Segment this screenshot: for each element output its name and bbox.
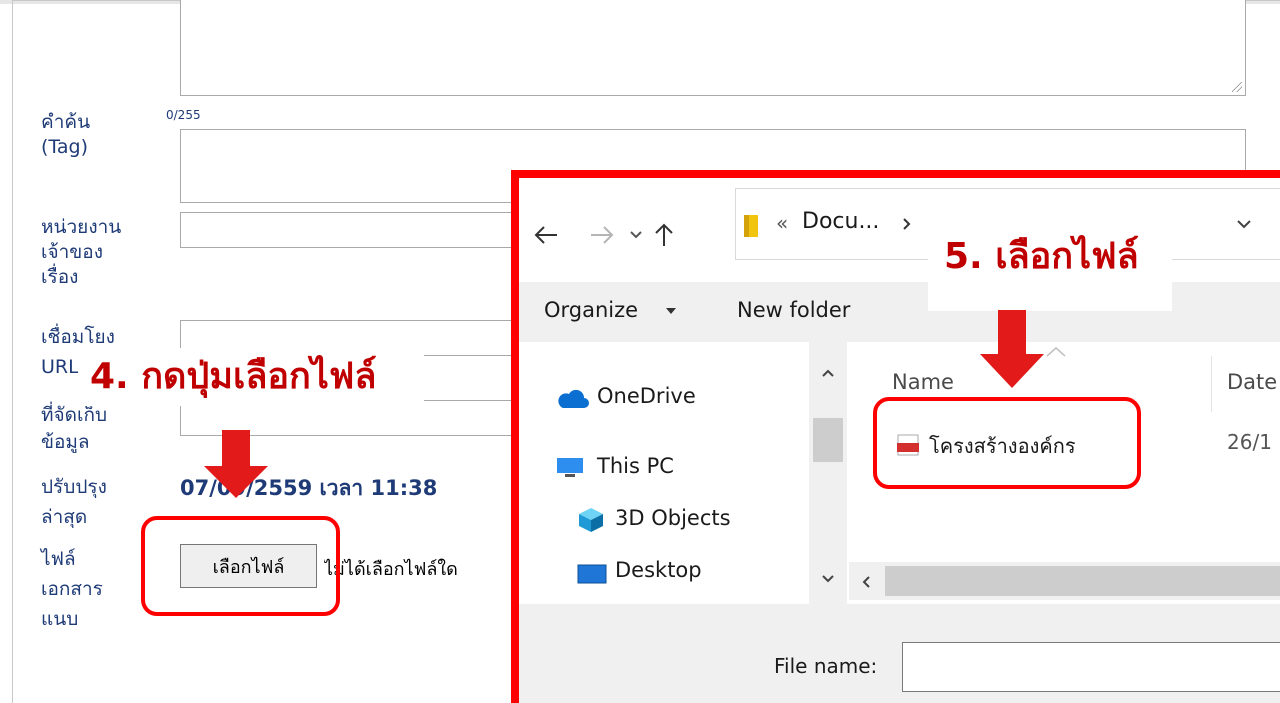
label-owner-2: เจ้าของ — [41, 241, 103, 263]
breadcrumb-prefix: « — [776, 211, 789, 235]
step4-callout: 4. กดปุ่มเลือกไฟล์ — [78, 348, 424, 406]
label-attach-2: เอกสาร — [41, 578, 103, 600]
up-arrow-icon[interactable] — [653, 222, 675, 248]
desktop-icon — [577, 564, 607, 584]
this-pc-icon — [557, 458, 583, 477]
nav-scroll-thumb[interactable] — [813, 418, 843, 462]
down-arrow-icon — [204, 430, 268, 498]
label-link-1: เชื่อมโยง — [41, 326, 115, 348]
back-arrow-icon[interactable] — [533, 225, 559, 245]
label-source-1: ที่จัดเก็บ — [41, 404, 108, 426]
address-dropdown-icon[interactable] — [1236, 219, 1252, 229]
column-header-name[interactable]: Name — [892, 370, 954, 394]
step5-callout: 5. เลือกไฟล์ — [928, 225, 1172, 311]
nav-this-pc[interactable]: This PC — [597, 454, 674, 478]
file-name-label: File name: — [774, 654, 878, 678]
file-list-hscrollbar[interactable] — [849, 562, 1280, 600]
nav-desktop[interactable]: Desktop — [615, 558, 702, 582]
highlight-choose-file — [141, 516, 340, 616]
new-folder-button[interactable]: New folder — [737, 298, 850, 322]
label-link-2: URL — [41, 356, 79, 378]
file-name-input[interactable] — [902, 642, 1280, 692]
hscroll-thumb[interactable] — [885, 566, 1280, 596]
label-source-2: ข้อมูล — [41, 431, 90, 453]
label-updated-1: ปรับปรุง — [41, 476, 107, 498]
organize-dropdown-icon — [666, 308, 676, 314]
nav-scrollbar[interactable] — [809, 342, 847, 604]
3d-objects-icon — [579, 508, 603, 532]
sort-up-icon — [1046, 346, 1066, 357]
navigation-pane: OneDrive This PC 3D Objects Desktop — [519, 342, 850, 604]
forward-arrow-icon[interactable] — [589, 225, 615, 245]
dialog-bottom-bar: File name: — [519, 604, 1280, 703]
label-tag-1: คำค้น — [41, 111, 91, 133]
scroll-down-icon[interactable] — [821, 574, 835, 584]
no-file-text: ไม่ได้เลือกไฟล์ใด — [324, 559, 458, 580]
folder-icon — [744, 215, 758, 237]
column-header-date[interactable]: Date — [1227, 370, 1277, 394]
breadcrumb-chevron-icon — [903, 218, 911, 230]
nav-onedrive[interactable]: OneDrive — [597, 384, 696, 408]
column-divider[interactable] — [1211, 356, 1212, 412]
scroll-up-icon[interactable] — [821, 368, 835, 378]
file-date-cell: 26/1 — [1227, 430, 1272, 454]
scroll-left-icon[interactable] — [861, 575, 871, 589]
down-arrow-icon-2 — [980, 310, 1044, 388]
char-counter: 0/255 — [166, 108, 201, 122]
recent-chevron-icon[interactable] — [629, 230, 643, 240]
organize-menu[interactable]: Organize — [544, 298, 638, 322]
description-textarea[interactable] — [180, 0, 1246, 96]
label-owner-1: หน่วยงาน — [41, 216, 122, 238]
breadcrumb-documents[interactable]: Docu... — [802, 209, 879, 234]
resize-handle-icon[interactable] — [1232, 82, 1242, 92]
label-attach-3: แนบ — [41, 608, 79, 630]
onedrive-icon — [558, 389, 589, 408]
highlight-selected-file — [873, 397, 1141, 489]
owner-input[interactable] — [180, 212, 520, 248]
label-updated-2: ล่าสุด — [41, 506, 88, 528]
label-attach-1: ไฟล์ — [41, 548, 76, 570]
label-tag-2: (Tag) — [41, 136, 88, 158]
nav-3d-objects[interactable]: 3D Objects — [615, 506, 731, 530]
label-owner-3: เรื่อง — [41, 266, 79, 288]
